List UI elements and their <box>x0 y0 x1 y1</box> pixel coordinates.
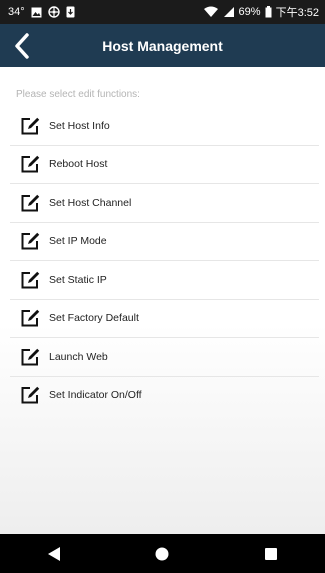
settings-wheel-icon <box>47 6 60 18</box>
edit-icon <box>20 231 40 251</box>
page-title: Host Management <box>102 37 223 54</box>
status-bar-right: 69% 下午3:52 <box>203 0 319 24</box>
temperature-text: 34° <box>8 6 25 18</box>
edit-icon <box>20 193 40 213</box>
function-list: Set Host Info Reboot Host Set Host Chann… <box>0 107 325 414</box>
menu-item-label: Set Factory Default <box>49 312 139 325</box>
menu-item-set-host-info[interactable]: Set Host Info <box>10 107 319 146</box>
menu-item-set-ip-mode[interactable]: Set IP Mode <box>10 223 319 261</box>
menu-item-label: Set Static IP <box>49 273 107 286</box>
menu-item-reboot-host[interactable]: Reboot Host <box>10 146 319 184</box>
edit-icon <box>20 385 40 405</box>
edit-icon <box>20 308 40 328</box>
nav-recents-button[interactable] <box>251 534 291 573</box>
clock-text: 下午3:52 <box>275 7 319 19</box>
menu-item-label: Set Host Channel <box>49 196 132 209</box>
menu-item-set-factory-default[interactable]: Set Factory Default <box>10 300 319 338</box>
home-circle-icon <box>155 547 169 561</box>
chevron-left-icon <box>14 32 30 59</box>
edit-icon <box>20 154 40 174</box>
menu-item-launch-web[interactable]: Launch Web <box>10 338 319 377</box>
back-button[interactable] <box>0 24 44 67</box>
recents-square-icon <box>264 547 277 560</box>
signal-icon <box>223 6 235 18</box>
status-bar: 34° 69% 下午3:52 <box>0 0 325 24</box>
back-triangle-icon <box>47 546 61 562</box>
menu-item-set-indicator[interactable]: Set Indicator On/Off <box>10 377 319 415</box>
wifi-icon <box>203 6 219 18</box>
status-bar-left: 34° <box>8 0 75 24</box>
prompt-text: Please select edit functions: <box>16 89 140 100</box>
download-icon <box>66 6 75 18</box>
battery-icon <box>265 6 272 18</box>
menu-item-label: Launch Web <box>49 350 108 363</box>
menu-item-set-host-channel[interactable]: Set Host Channel <box>10 184 319 223</box>
menu-item-label: Set Indicator On/Off <box>49 389 142 402</box>
edit-icon <box>20 347 40 367</box>
battery-percent-text: 69% <box>238 6 261 18</box>
nav-home-button[interactable] <box>142 534 182 573</box>
menu-item-label: Set Host Info <box>49 119 110 132</box>
menu-item-set-static-ip[interactable]: Set Static IP <box>10 261 319 300</box>
edit-icon <box>20 270 40 290</box>
menu-item-label: Reboot Host <box>49 158 108 171</box>
image-icon <box>31 7 42 18</box>
system-nav-bar <box>0 534 325 573</box>
title-bar: Host Management <box>0 24 325 67</box>
main-content: Please select edit functions: Set Host I… <box>0 67 325 534</box>
nav-back-button[interactable] <box>34 534 74 573</box>
edit-icon <box>20 116 40 136</box>
menu-item-label: Set IP Mode <box>49 235 107 248</box>
